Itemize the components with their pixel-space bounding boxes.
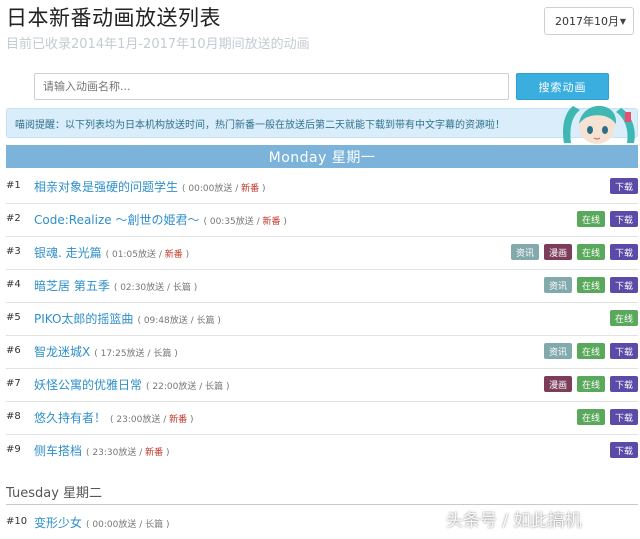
air-info: ( 00:35放送 / 新番 ): [203, 217, 287, 227]
row-number: #8: [6, 411, 21, 422]
page-title: 日本新番动画放送列表: [6, 6, 221, 30]
air-info: ( 00:00放送 / 新番 ): [182, 184, 266, 194]
row-number: #7: [6, 378, 21, 389]
air-info: ( 01:05放送 / 新番 ): [105, 250, 190, 260]
schedule-row: #1 相亲对象是强硬的问题学生 ( 00:00放送 / 新番 ) 下载: [6, 170, 638, 204]
schedule-row: #3 银魂. 走光篇( 01:05放送 / 新番 ) 资讯 漫画 在线 下载: [6, 236, 638, 270]
online-button[interactable]: 在线: [577, 211, 605, 227]
anime-title-link[interactable]: 侧车搭档: [34, 444, 82, 458]
air-info: ( 00:00放送 / 长篇 ): [86, 520, 170, 530]
anime-title-link[interactable]: PIKO太郎的摇篮曲: [34, 312, 133, 326]
series-kind: 新番: [241, 184, 260, 194]
page-header: 日本新番动画放送列表 目前已收录2014年1月-2017年10月期间放送的动画 …: [0, 0, 640, 60]
month-select-value: 2017年10月: [555, 15, 619, 28]
row-number: #2: [6, 213, 21, 224]
download-button[interactable]: 下载: [610, 178, 638, 194]
row-number: #3: [6, 246, 21, 257]
download-button[interactable]: 下载: [610, 442, 638, 458]
series-kind: 长篇: [145, 520, 164, 530]
download-button[interactable]: 下载: [610, 376, 638, 392]
air-time: 09:48放送: [143, 316, 188, 326]
row-number: #9: [6, 444, 21, 455]
page-subtitle: 目前已收录2014年1月-2017年10月期间放送的动画: [6, 37, 310, 52]
download-button[interactable]: 下载: [610, 277, 638, 293]
download-button[interactable]: 下载: [610, 244, 638, 260]
air-time: 02:30放送: [120, 283, 165, 293]
series-kind: 长篇: [205, 382, 224, 392]
air-time: 00:00放送: [188, 184, 233, 194]
air-time: 01:05放送: [112, 250, 156, 260]
air-time: 22:00放送: [152, 382, 197, 392]
series-kind: 长篇: [172, 283, 191, 293]
series-kind: 长篇: [153, 349, 172, 359]
series-kind: 新番: [262, 217, 281, 227]
manga-button[interactable]: 漫画: [544, 244, 572, 260]
anime-title-link[interactable]: 相亲对象是强硬的问题学生: [34, 180, 178, 194]
air-info: ( 17:25放送 / 长篇 ): [94, 349, 178, 359]
online-button[interactable]: 在线: [610, 310, 638, 326]
row-number: #1: [6, 180, 21, 191]
download-button[interactable]: 下载: [610, 211, 638, 227]
month-select[interactable]: 2017年10月 ▼: [544, 7, 634, 35]
anime-title-link[interactable]: 智龙迷城X: [34, 345, 90, 359]
air-time: 00:35放送: [209, 217, 254, 227]
online-button[interactable]: 在线: [577, 244, 605, 260]
search-button[interactable]: 搜索动画: [516, 73, 609, 100]
info-button[interactable]: 资讯: [544, 277, 572, 293]
series-kind: 新番: [169, 415, 188, 425]
chevron-down-icon: ▼: [619, 17, 626, 26]
online-button[interactable]: 在线: [577, 343, 605, 359]
air-info: ( 02:30放送 / 长篇 ): [113, 283, 198, 293]
series-kind: 长篇: [196, 316, 215, 326]
anime-title-link[interactable]: 暗芝居 第五季: [34, 279, 110, 293]
row-number: #5: [6, 312, 21, 323]
mascot-image: [563, 105, 635, 144]
air-info: ( 23:30放送 / 新番 ): [86, 448, 170, 458]
day-header-tuesday: Tuesday 星期二: [6, 478, 638, 505]
online-button[interactable]: 在线: [577, 376, 605, 392]
anime-title-link[interactable]: 银魂. 走光篇: [34, 246, 102, 260]
row-number: #4: [6, 279, 21, 290]
watermark: 头条号 / 如此搞机: [446, 511, 582, 531]
air-time: 17:25放送: [100, 349, 145, 359]
row-number: #10: [6, 516, 28, 527]
air-info: ( 09:48放送 / 长篇 ): [137, 316, 221, 326]
series-kind: 新番: [164, 250, 183, 260]
schedule-row: #2 Code:Realize ～創世の姫君～ ( 00:35放送 / 新番 ) 在线…: [6, 203, 638, 237]
row-number: #6: [6, 345, 21, 356]
notice-text: 喵阅提醒：以下列表均为日本机构放送时间，热门新番一般在放送后第二天就能下载到带有…: [15, 119, 505, 131]
schedule-row: #7 妖怪公寓的优雅日常 ( 22:00放送 / 长篇 ) 漫画 在线 下载: [6, 368, 638, 402]
air-info: ( 23:00放送 / 新番 ): [110, 415, 194, 425]
download-button[interactable]: 下载: [610, 409, 638, 425]
search-input[interactable]: [34, 73, 509, 100]
schedule-row: #8 悠久持有者！ ( 23:00放送 / 新番 ) 在线 下载: [6, 401, 638, 435]
air-info: ( 22:00放送 / 长篇 ): [146, 382, 230, 392]
series-kind: 新番: [145, 448, 164, 458]
schedule-row: #6 智龙迷城X ( 17:25放送 / 长篇 ) 资讯 在线 下载: [6, 335, 638, 369]
schedule-row: #4 暗芝居 第五季( 02:30放送 / 长篇 ) 资讯 在线 下载: [6, 269, 638, 303]
air-time: 23:30放送: [92, 448, 137, 458]
anime-title-link[interactable]: 悠久持有者！: [34, 411, 106, 425]
schedule-row: #9 侧车搭档 ( 23:30放送 / 新番 ) 下载: [6, 434, 638, 467]
anime-title-link[interactable]: 变形少女: [34, 516, 82, 530]
day-header-monday: Monday 星期一: [6, 145, 638, 168]
online-button[interactable]: 在线: [577, 277, 605, 293]
anime-title-link[interactable]: 妖怪公寓的优雅日常: [34, 378, 142, 392]
manga-button[interactable]: 漫画: [544, 376, 572, 392]
anime-title-link[interactable]: Code:Realize ～創世の姫君～: [34, 213, 199, 227]
schedule-row: #5 PIKO太郎的摇篮曲 ( 09:48放送 / 长篇 ) 在线: [6, 302, 638, 336]
info-button[interactable]: 资讯: [544, 343, 572, 359]
air-time: 23:00放送: [116, 415, 161, 425]
notice-banner: 喵阅提醒：以下列表均为日本机构放送时间，热门新番一般在放送后第二天就能下载到带有…: [6, 108, 638, 138]
download-button[interactable]: 下载: [610, 343, 638, 359]
online-button[interactable]: 在线: [577, 409, 605, 425]
air-time: 00:00放送: [92, 520, 137, 530]
info-button[interactable]: 资讯: [511, 244, 539, 260]
